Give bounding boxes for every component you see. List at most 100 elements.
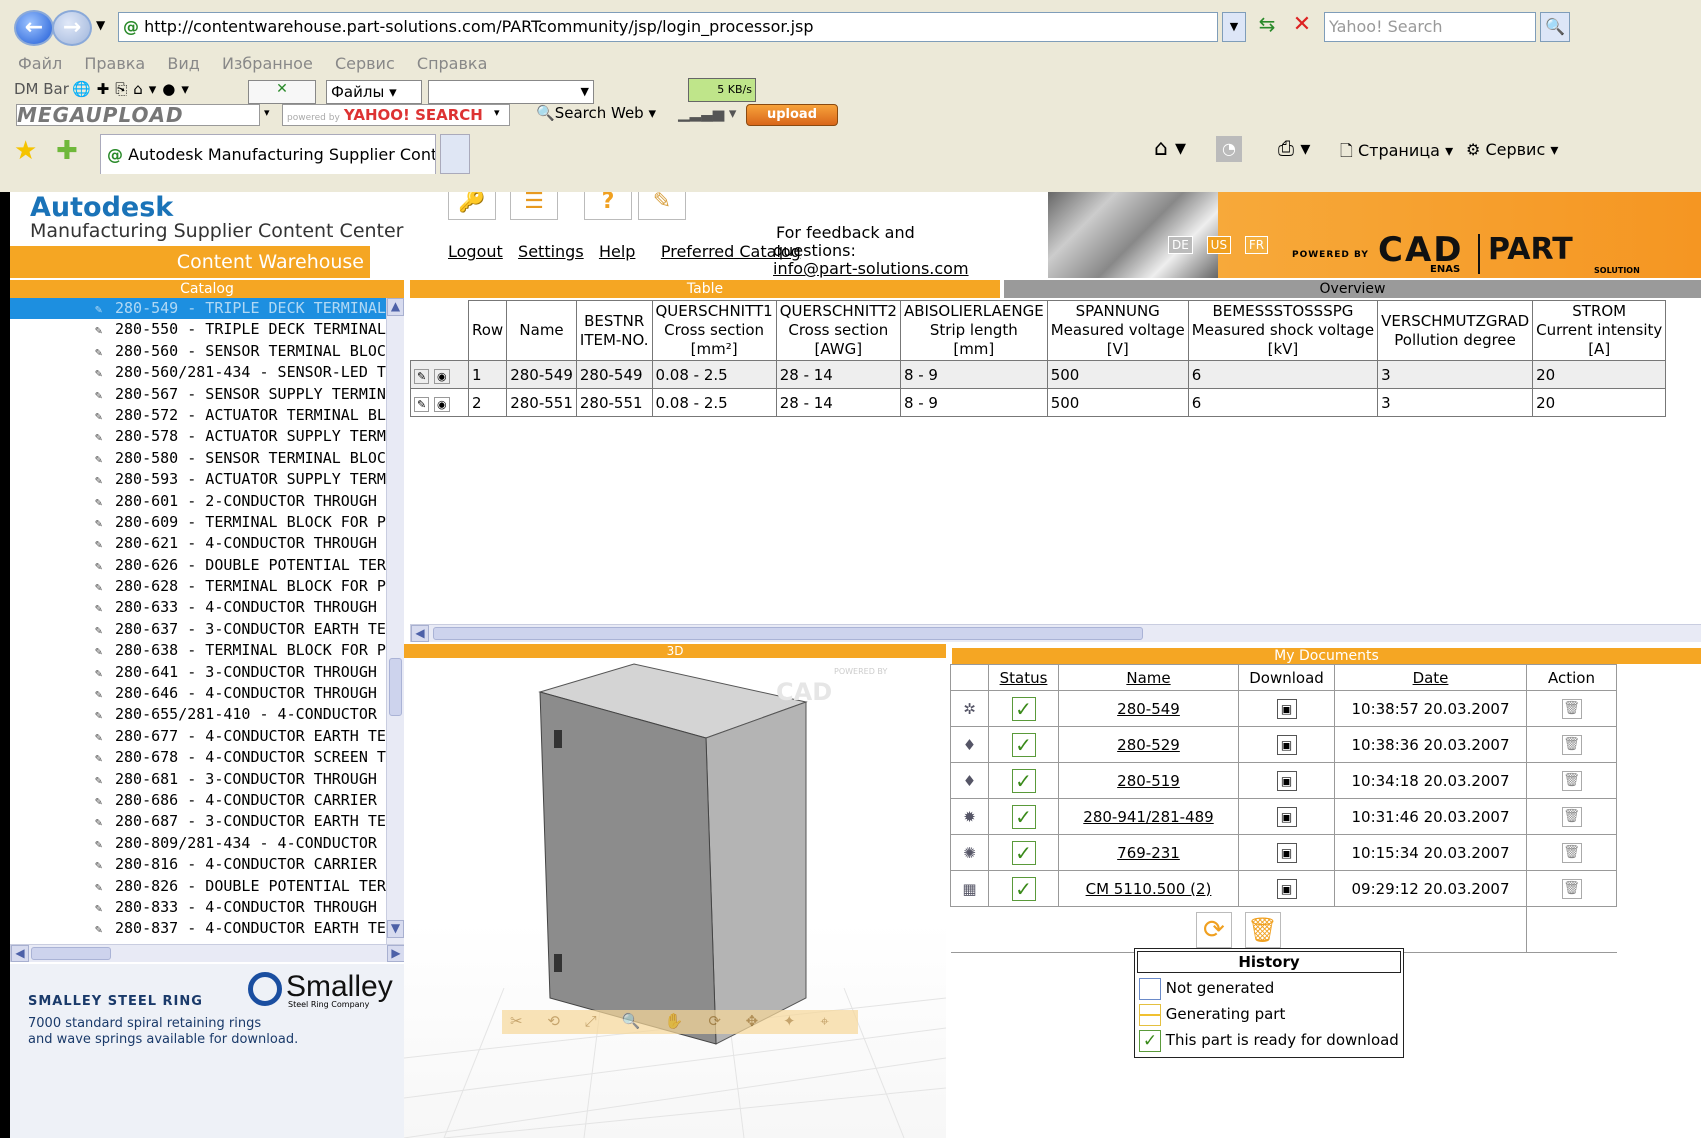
row-pencil-icon[interactable]: ✎ — [414, 368, 430, 384]
menu-help[interactable]: Справка — [417, 54, 488, 73]
home-icon[interactable]: ⌂ ▾ — [1154, 136, 1186, 161]
refresh-documents-icon[interactable]: ⟳ — [1195, 911, 1232, 948]
toolbar-icon-box[interactable]: ✕ — [248, 80, 316, 104]
catalog-item[interactable]: ✎ 280-816 - 4-CONDUCTOR CARRIER TERMINAL — [10, 854, 404, 875]
delete-trash-icon[interactable]: 🗑 — [1561, 879, 1582, 899]
catalog-item[interactable]: ✎ 280-837 - 4-CONDUCTOR EARTH TERMINAL — [10, 918, 404, 939]
catalog-item[interactable]: ✎ 280-609 - TERMINAL BLOCK FOR PLUG — [10, 512, 404, 533]
download-floppy-icon[interactable]: ▣ — [1276, 698, 1297, 719]
delete-trash-icon[interactable]: 🗑 — [1561, 699, 1582, 719]
delete-trash-icon[interactable]: 🗑 — [1561, 843, 1582, 863]
delete-trash-icon[interactable]: 🗑 — [1561, 771, 1582, 791]
catalog-item[interactable]: ✎ 280-641 - 3-CONDUCTOR THROUGH — [10, 662, 404, 683]
table-scroll-left-icon[interactable]: ◀ — [411, 625, 429, 642]
logout-link[interactable]: Logout — [448, 242, 503, 261]
toolbar-combo[interactable]: ▼ — [428, 80, 594, 104]
menu-edit[interactable]: Правка — [84, 54, 145, 73]
menu-file[interactable]: Файл — [18, 54, 62, 73]
doc-name-link[interactable]: 769-231 — [1117, 844, 1180, 862]
catalog-item[interactable]: ✎ 280-638 - TERMINAL BLOCK FOR PLUG — [10, 640, 404, 661]
favorites-star-icon[interactable]: ★ — [14, 136, 37, 166]
catalog-item[interactable]: ✎ 280-593 - ACTUATOR SUPPLY TERMINAL — [10, 469, 404, 490]
catalog-item[interactable]: ✎ 280-637 - 3-CONDUCTOR EARTH TERMINAL — [10, 619, 404, 640]
table-scroll-thumb[interactable] — [433, 627, 1143, 640]
catalog-item[interactable]: ✎ 280-550 - TRIPLE DECK TERMINAL BLOCK — [10, 319, 404, 340]
doc-name-link[interactable]: 280-529 — [1117, 736, 1180, 754]
new-tab-button[interactable] — [440, 134, 470, 174]
catalog-item[interactable]: ✎ 280-572 - ACTUATOR TERMINAL BLOCK — [10, 405, 404, 426]
table-row[interactable]: ✎ ◉ 1 280-549 280-549 0.08 - 2.5 28 - 14 8 - 9… — [410, 360, 1667, 389]
catalog-hscroll[interactable]: ◀ ▶ — [10, 944, 405, 962]
catalog-item[interactable]: ✎ 280-560/281-434 - SENSOR-LED TERMINAL — [10, 362, 404, 383]
catalog-item[interactable]: ✎ 280-578 - ACTUATOR SUPPLY TERMINAL — [10, 426, 404, 447]
menu-favorites[interactable]: Избранное — [222, 54, 313, 73]
yahoo-dropdown-icon[interactable]: ▾ — [494, 106, 500, 119]
history-dropdown-icon[interactable]: ▼ — [96, 18, 105, 32]
catalog-item[interactable]: ✎ 280-655/281-410 - 4-CONDUCTOR — [10, 704, 404, 725]
table-hscroll[interactable]: ◀ — [410, 624, 1701, 642]
catalog-item[interactable]: ✎ 280-678 - 4-CONDUCTOR SCREEN TERMINAL — [10, 747, 404, 768]
th-doc-status[interactable]: Status — [988, 664, 1059, 691]
files-dropdown[interactable]: Файлы ▾ — [326, 80, 422, 104]
preferred-catalog-icon[interactable]: ✎ — [638, 192, 686, 220]
scroll-left-icon[interactable]: ◀ — [11, 945, 29, 962]
lang-us[interactable]: US — [1206, 236, 1232, 254]
catalog-item[interactable]: ✎ 280-567 - SENSOR SUPPLY TERMINAL — [10, 384, 404, 405]
th-doc-name[interactable]: Name — [1058, 664, 1239, 691]
download-floppy-icon[interactable]: ▣ — [1276, 878, 1297, 899]
rss-feed-icon[interactable]: ◔ — [1216, 136, 1242, 162]
lang-fr[interactable]: FR — [1244, 236, 1269, 254]
catalog-item[interactable]: ✎ 280-560 - SENSOR TERMINAL BLOCK — [10, 341, 404, 362]
help-question-icon[interactable]: ? — [584, 192, 632, 220]
download-floppy-icon[interactable]: ▣ — [1276, 842, 1297, 863]
catalog-item[interactable]: ✎ 280-687 - 3-CONDUCTOR EARTH TERMINAL — [10, 811, 404, 832]
catalog-item[interactable]: ✎ 280-601 - 2-CONDUCTOR THROUGH — [10, 491, 404, 512]
row-view-icon[interactable]: ◉ — [434, 396, 450, 412]
address-bar[interactable]: @ http://contentwarehouse.part-solutions… — [118, 12, 1218, 42]
download-floppy-icon[interactable]: ▣ — [1276, 734, 1297, 755]
megaupload-dropdown-icon[interactable]: ▾ — [264, 106, 270, 119]
yahoo-search-input[interactable]: Yahoo! Search — [1324, 12, 1536, 42]
overview-tab[interactable]: Overview — [1004, 280, 1701, 298]
menu-view[interactable]: Вид — [167, 54, 199, 73]
help-link[interactable]: Help — [599, 242, 635, 261]
catalog-item[interactable]: ✎ 280-833 - 4-CONDUCTOR THROUGH — [10, 897, 404, 918]
catalog-item[interactable]: ✎ 280-826 - DOUBLE POTENTIAL TERMINAL — [10, 876, 404, 897]
toolbar1-icons[interactable]: 🌐✚⎘⌂▾●▾ — [72, 80, 195, 98]
delete-all-icon[interactable]: 🗑 — [1244, 911, 1281, 948]
print-icon[interactable]: ⎙ ▾ — [1278, 136, 1310, 160]
download-floppy-icon[interactable]: ▣ — [1276, 806, 1297, 827]
page-menu-button[interactable]: 🗋 Страница ▾ — [1340, 140, 1453, 167]
catalog-item[interactable]: ✎ 280-628 - TERMINAL BLOCK FOR PLUG — [10, 576, 404, 597]
address-dropdown-icon[interactable]: ▼ — [1222, 12, 1246, 42]
document-row[interactable]: ▦ ✓ CM 5110.500 (2) ▣ 09:29:12 20.03.2007 🗑 — [950, 870, 1617, 907]
document-row[interactable]: ✹ ✓ 280-941/281-489 ▣ 10:31:46 20.03.2007 🗑 — [950, 798, 1617, 835]
th-doc-date[interactable]: Date — [1334, 664, 1527, 691]
row-pencil-icon[interactable]: ✎ — [414, 396, 430, 412]
doc-name-link[interactable]: 280-941/281-489 — [1083, 808, 1213, 826]
table-tab[interactable]: Table — [410, 280, 1000, 298]
scroll-down-icon[interactable]: ▼ — [387, 920, 404, 938]
delete-trash-icon[interactable]: 🗑 — [1561, 735, 1582, 755]
document-row[interactable]: ♦ ✓ 280-529 ▣ 10:38:36 20.03.2007 🗑 — [950, 726, 1617, 763]
refresh-icon[interactable]: ⇆ — [1252, 12, 1282, 42]
catalog-item[interactable]: ✎ 280-686 - 4-CONDUCTOR CARRIER TERMINAL — [10, 790, 404, 811]
scroll-up-icon[interactable]: ▲ — [387, 298, 404, 316]
back-button-icon[interactable]: ← — [14, 10, 54, 46]
forward-button-icon[interactable]: → — [52, 10, 92, 46]
doc-name-link[interactable]: 280-519 — [1117, 772, 1180, 790]
catalog-vscroll[interactable]: ▲ ▼ — [386, 298, 404, 948]
scroll-right-icon[interactable]: ▶ — [387, 945, 405, 962]
logout-key-icon[interactable]: 🔑 — [448, 192, 496, 220]
catalog-item[interactable]: ✎ 280-681 - 3-CONDUCTOR THROUGH — [10, 769, 404, 790]
document-row[interactable]: ♦ ✓ 280-519 ▣ 10:34:18 20.03.2007 🗑 — [950, 762, 1617, 799]
catalog-item[interactable]: ✎ 280-677 - 4-CONDUCTOR EARTH TERMINAL — [10, 726, 404, 747]
search-web-button[interactable]: 🔍Search Web ▾ — [536, 104, 656, 122]
catalog-hscroll-thumb[interactable] — [31, 947, 111, 960]
browser-tab-active[interactable]: @ Autodesk Manufacturing Supplier Conten… — [100, 134, 436, 174]
catalog-item[interactable]: ✎ 280-580 - SENSOR TERMINAL BLOCK — [10, 448, 404, 469]
menu-tools[interactable]: Сервис — [335, 54, 395, 73]
viewer-3d[interactable]: POWERED BY CAD ✂ ⟲ ⤢ 🔍 ✋ ⟳ ✥ ✦ ⌖ — [404, 658, 946, 1138]
smalley-ad[interactable]: SMALLEY STEEL RING Smalley Steel Ring Co… — [10, 964, 404, 1138]
catalog-item[interactable]: ✎ 280-633 - 4-CONDUCTOR THROUGH — [10, 597, 404, 618]
